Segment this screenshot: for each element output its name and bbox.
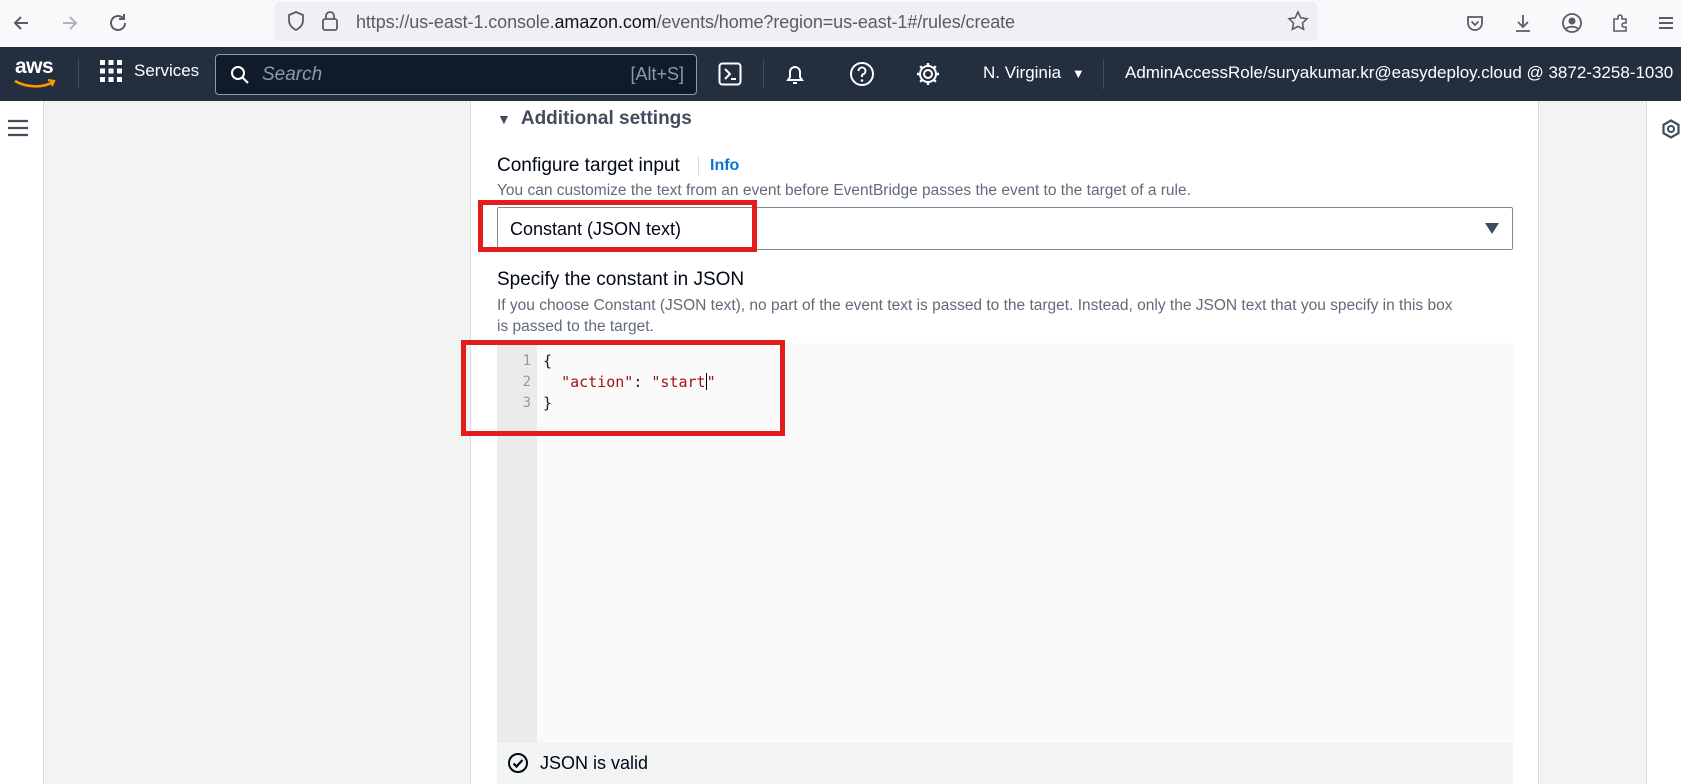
hamburger-menu-icon[interactable] bbox=[7, 118, 29, 143]
validation-text: JSON is valid bbox=[540, 753, 649, 773]
forward-arrow-icon[interactable] bbox=[55, 8, 85, 38]
constant-json-description-line1: If you choose Constant (JSON text), no p… bbox=[497, 297, 1453, 314]
help-icon[interactable] bbox=[846, 58, 878, 90]
extensions-icon[interactable] bbox=[1605, 8, 1635, 38]
account-menu[interactable]: AdminAccessRole/suryakumar.kr@easydeploy… bbox=[1125, 63, 1681, 83]
constant-json-description-line2: is passed to the target. bbox=[497, 318, 654, 335]
cloudshell-icon[interactable] bbox=[714, 58, 746, 90]
account-icon[interactable] bbox=[1557, 8, 1587, 38]
target-input-description: You can customize the text from an event… bbox=[497, 182, 1191, 199]
info-link[interactable]: Info bbox=[698, 157, 739, 175]
settings-gear-icon[interactable] bbox=[912, 58, 944, 90]
search-icon bbox=[231, 66, 249, 84]
region-selector[interactable]: N. Virginia ▼ bbox=[983, 63, 1085, 83]
content-margin-right bbox=[1539, 101, 1646, 784]
highlight-box-select bbox=[478, 200, 757, 252]
target-input-label: Configure target input bbox=[497, 155, 680, 176]
caret-down-icon: ▼ bbox=[497, 111, 511, 127]
reload-icon[interactable] bbox=[103, 8, 133, 38]
address-bar[interactable]: https://us-east-1.console.amazon.com/eve… bbox=[274, 2, 1318, 41]
caret-down-icon: ▼ bbox=[1071, 66, 1085, 81]
highlight-box-editor bbox=[461, 340, 785, 436]
account-label: AdminAccessRole/suryakumar.kr@easydeploy… bbox=[1125, 63, 1674, 82]
aws-top-nav: aws Services Search [Alt+S] N. Virginia … bbox=[0, 47, 1681, 101]
check-circle-icon bbox=[507, 752, 529, 779]
grid-icon bbox=[100, 60, 122, 82]
bookmark-star-icon[interactable] bbox=[1287, 10, 1309, 37]
additional-settings-toggle[interactable]: ▼ Additional settings bbox=[497, 108, 692, 130]
caret-down-icon bbox=[1485, 222, 1499, 240]
search-shortcut: [Alt+S] bbox=[630, 64, 684, 84]
section-title: Additional settings bbox=[520, 108, 692, 129]
notifications-bell-icon[interactable] bbox=[779, 58, 811, 90]
aws-logo[interactable]: aws bbox=[13, 55, 57, 91]
json-validation-status: JSON is valid bbox=[497, 743, 1513, 784]
services-label: Services bbox=[134, 61, 200, 80]
search-placeholder: Search bbox=[262, 64, 323, 85]
tools-panel-icon[interactable] bbox=[1661, 119, 1681, 144]
region-label: N. Virginia bbox=[983, 63, 1062, 82]
download-icon[interactable] bbox=[1508, 8, 1538, 38]
services-menu[interactable]: Services bbox=[100, 60, 199, 82]
url-text[interactable]: https://us-east-1.console.amazon.com/eve… bbox=[356, 12, 1015, 33]
content-margin-left bbox=[44, 101, 470, 784]
lock-icon[interactable] bbox=[321, 10, 339, 37]
left-navigation-rail bbox=[0, 101, 44, 784]
pocket-icon[interactable] bbox=[1460, 8, 1490, 38]
search-input[interactable]: Search [Alt+S] bbox=[215, 54, 697, 95]
aws-logo-text: aws bbox=[15, 55, 54, 78]
right-tools-rail bbox=[1646, 101, 1681, 784]
back-arrow-icon[interactable] bbox=[6, 8, 36, 38]
browser-toolbar: https://us-east-1.console.amazon.com/eve… bbox=[0, 0, 1681, 47]
shield-icon[interactable] bbox=[286, 10, 306, 37]
menu-icon[interactable] bbox=[1651, 8, 1681, 38]
constant-json-label: Specify the constant in JSON bbox=[497, 269, 745, 290]
